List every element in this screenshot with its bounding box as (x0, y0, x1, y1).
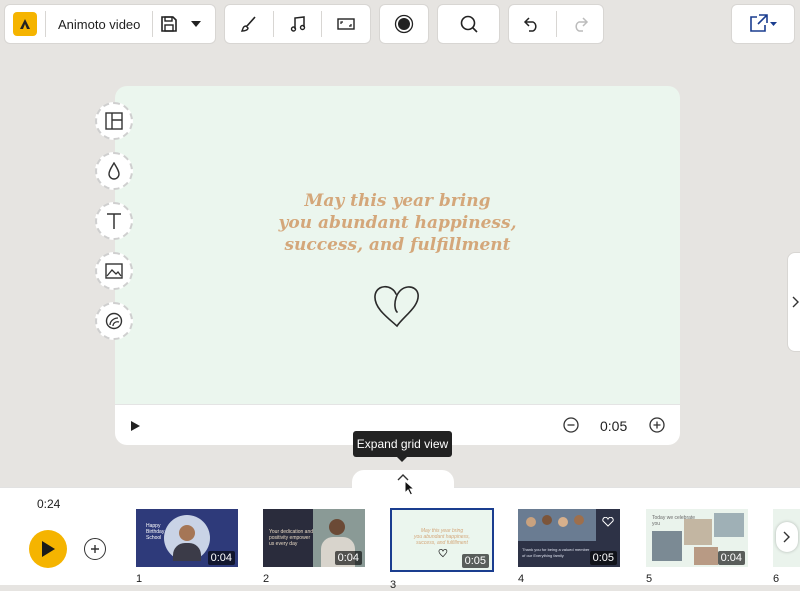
minus-circle-icon (563, 417, 579, 433)
scene-photo (714, 513, 744, 537)
record-button[interactable] (380, 5, 428, 43)
style-button[interactable] (225, 5, 273, 43)
scene-duration: 0:05 (600, 418, 628, 434)
undo-icon (524, 17, 537, 32)
scene-number: 3 (390, 579, 397, 591)
scene-thumbnail-3[interactable]: May this year bring you abundant happine… (390, 508, 494, 572)
total-duration: 0:24 (37, 497, 61, 511)
text-tool-button[interactable] (95, 202, 133, 240)
scene-photo (684, 519, 712, 545)
scene-text: Your dedication and positivity empower u… (269, 529, 314, 547)
redo-icon (575, 17, 588, 32)
heart-icon (602, 517, 614, 527)
record-toolbar (379, 4, 429, 44)
record-icon (394, 14, 414, 34)
search-button[interactable] (438, 5, 499, 43)
scene-canvas[interactable]: May this year bring you abundant happine… (115, 86, 680, 404)
home-logo-button[interactable] (5, 5, 45, 43)
scene-thumbnail-4[interactable]: Thank you for being a valued member of o… (518, 509, 620, 567)
share-toolbar (731, 4, 795, 44)
scene-photo (652, 531, 682, 561)
layout-tool-button[interactable] (95, 102, 133, 140)
scene-duration-badge: 0:05 (589, 551, 617, 565)
history-toolbar (508, 4, 604, 44)
scene-text: Thank you for being a valued member of o… (522, 547, 590, 558)
scene-duration-badge: 0:05 (461, 554, 489, 568)
tooltip-arrow (396, 456, 408, 462)
aspect-ratio-button[interactable] (322, 5, 370, 43)
save-button[interactable] (153, 5, 185, 43)
chevron-right-icon (792, 296, 799, 308)
image-icon (105, 263, 123, 279)
share-button[interactable] (732, 5, 794, 43)
scene-photo (518, 509, 596, 541)
save-icon (161, 16, 178, 32)
caret-down-icon (191, 21, 202, 27)
share-export-icon (750, 14, 777, 32)
plus-icon (91, 545, 99, 553)
scene-number: 4 (518, 573, 525, 585)
scene-photo (164, 515, 210, 561)
redo-button[interactable] (556, 5, 603, 43)
brush-icon (240, 16, 256, 32)
search-icon (460, 15, 478, 33)
music-button[interactable] (274, 5, 322, 43)
aspect-ratio-icon (337, 18, 355, 30)
play-icon (42, 541, 55, 557)
color-tool-button[interactable] (95, 152, 133, 190)
layout-icon (105, 112, 123, 130)
scene-thumbnail-5[interactable]: Today we celebrate you 0:04 (646, 509, 748, 567)
scene-duration-badge: 0:04 (334, 551, 362, 565)
scene-duration-badge: 0:04 (207, 551, 235, 565)
scene-photo (694, 547, 718, 565)
scene-number: 6 (773, 573, 780, 585)
media-tool-button[interactable] (95, 252, 133, 290)
timeline-panel: 0:24 Happy Birthday School 0:04 1 Your d… (0, 487, 800, 591)
plus-circle-icon (649, 417, 665, 433)
scene-number: 1 (136, 573, 143, 585)
animoto-logo-icon (13, 12, 37, 36)
canvas-quote-text[interactable]: May this year bring you abundant happine… (115, 190, 680, 256)
play-video-button[interactable] (29, 530, 67, 568)
zoom-in-button[interactable] (649, 417, 665, 438)
play-icon (131, 421, 140, 431)
scene-number: 2 (263, 573, 270, 585)
color-drop-icon (108, 162, 120, 180)
expand-grid-view-button[interactable] (352, 470, 454, 492)
expand-grid-tooltip: Expand grid view (353, 431, 452, 457)
right-panel-toggle[interactable] (787, 252, 800, 352)
heart-doodle-icon[interactable] (370, 282, 424, 330)
scroll-scenes-right-button[interactable] (776, 522, 798, 552)
music-note-icon (290, 16, 305, 32)
search-toolbar (437, 4, 500, 44)
sticker-tool-button[interactable] (95, 302, 133, 340)
scene-text: May this year bring you abundant happine… (414, 528, 470, 546)
save-options-dropdown[interactable] (185, 5, 207, 43)
undo-button[interactable] (509, 5, 556, 43)
text-icon (107, 213, 121, 229)
project-name[interactable]: Animoto video (46, 17, 152, 32)
scene-thumbnail-2[interactable]: Your dedication and positivity empower u… (263, 509, 365, 567)
scene-text: Happy Birthday School (146, 523, 165, 541)
chevron-right-icon (783, 531, 790, 543)
scene-duration-badge: 0:04 (717, 551, 745, 565)
scene-number: 5 (646, 573, 653, 585)
project-toolbar: Animoto video (4, 4, 216, 44)
heart-doodle-icon (438, 549, 448, 558)
media-toolbar (224, 4, 371, 44)
preview-play-button[interactable] (129, 419, 143, 433)
zoom-out-button[interactable] (563, 417, 579, 438)
scene-thumbnail-1[interactable]: Happy Birthday School 0:04 (136, 509, 238, 567)
add-scene-button[interactable] (84, 538, 106, 560)
mouse-cursor-icon (404, 480, 416, 496)
sticker-icon (105, 312, 123, 330)
